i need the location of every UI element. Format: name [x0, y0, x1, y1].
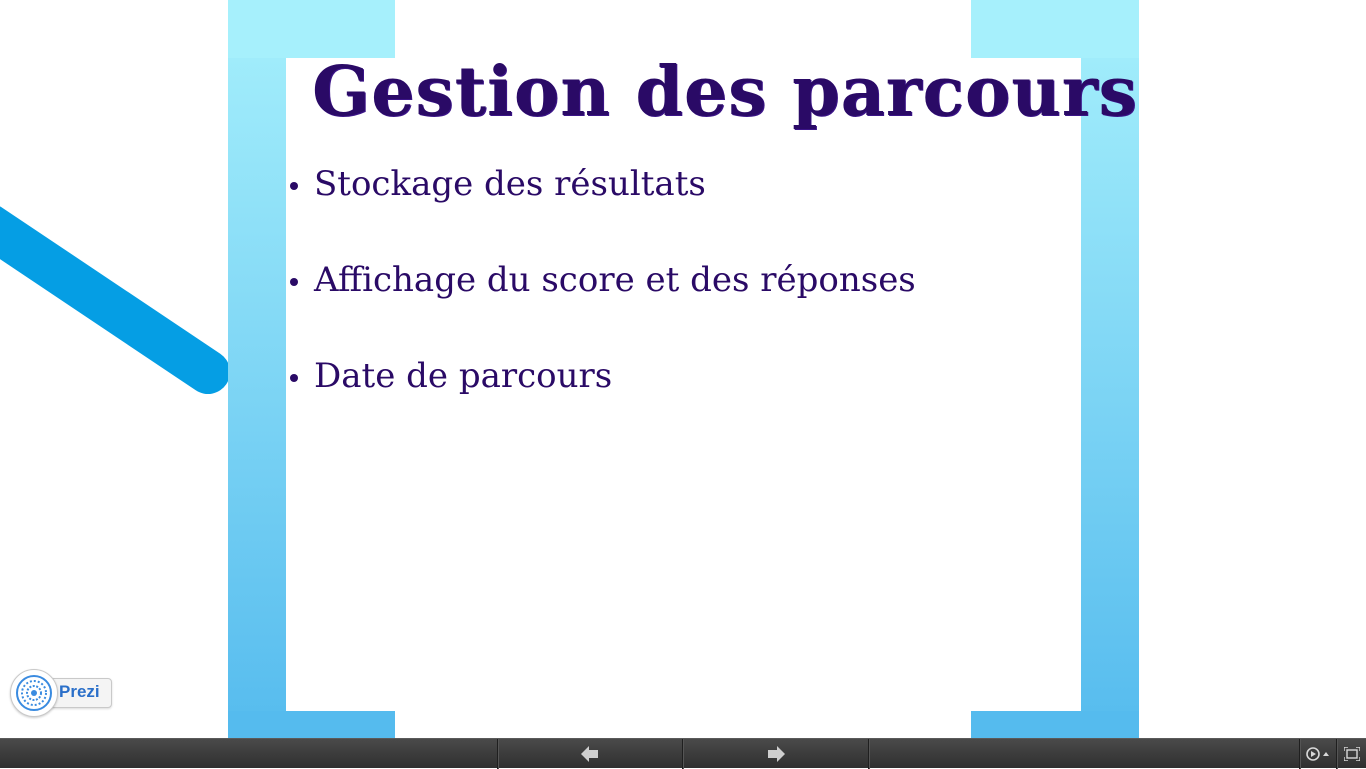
arrow-left-icon — [581, 745, 598, 762]
bullet-text: Affichage du score et des réponses — [314, 260, 916, 300]
previous-step-button[interactable] — [498, 739, 682, 768]
presentation-canvas[interactable]: Gestion des parcours Stockage des résult… — [0, 0, 1366, 738]
right-bracket-bottom — [971, 711, 1139, 738]
bullet-dot-icon — [290, 182, 298, 190]
fullscreen-button[interactable] — [1337, 739, 1366, 768]
left-bracket-bottom — [228, 711, 395, 738]
prezi-logo-text: Prezi — [59, 682, 100, 701]
toolbar-divider — [868, 739, 869, 769]
autoplay-icon — [1306, 746, 1329, 761]
bullet-dot-icon — [290, 278, 298, 286]
autoplay-button[interactable] — [1300, 739, 1336, 768]
right-bracket-top — [971, 0, 1139, 58]
bullet-dot-icon — [290, 374, 298, 382]
slide-title: Gestion des parcours — [312, 52, 1138, 132]
prezi-logo-link[interactable]: Prezi — [10, 669, 112, 717]
bullet-text: Stockage des résultats — [314, 164, 706, 204]
next-step-button[interactable] — [683, 739, 868, 768]
bottom-toolbar — [0, 738, 1366, 769]
prezi-logo-icon — [10, 669, 58, 717]
arrow-right-icon — [767, 745, 785, 762]
left-bracket-vertical — [228, 0, 286, 738]
fullscreen-icon — [1343, 746, 1360, 761]
left-bracket-top — [228, 0, 395, 58]
bullet-text: Date de parcours — [314, 356, 613, 396]
